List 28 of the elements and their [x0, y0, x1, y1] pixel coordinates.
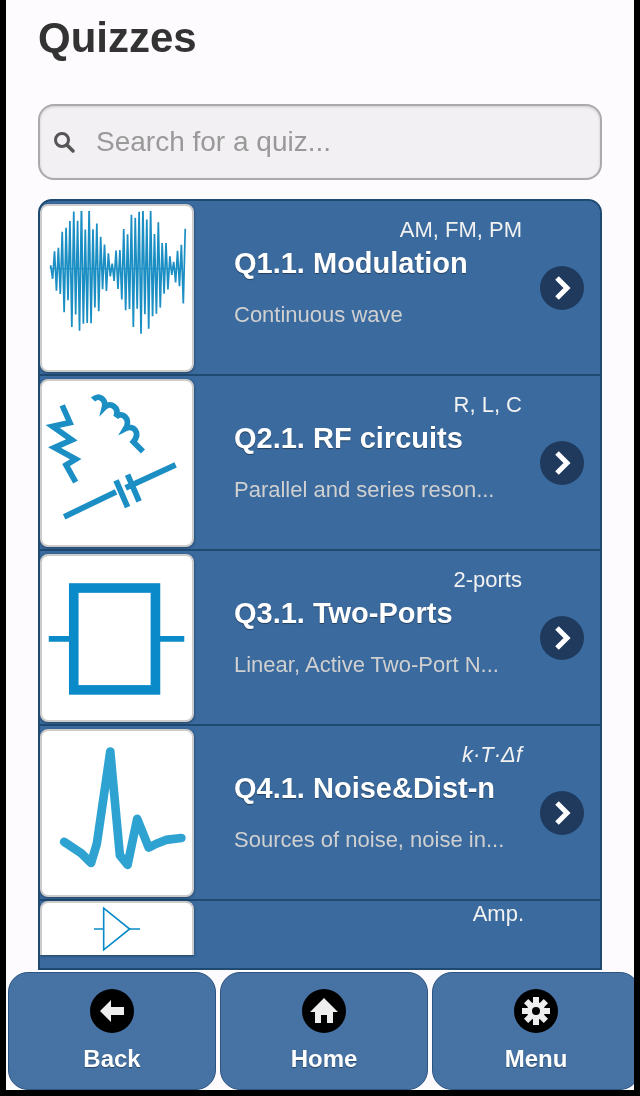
quiz-title: Q2.1. RF circuits — [234, 422, 464, 455]
nav-button[interactable]: Back — [8, 972, 216, 1090]
nav-button[interactable]: Home — [220, 972, 428, 1090]
quiz-item[interactable]: R, L, C Q2.1. RF circuits Parallel and series reson... — [40, 376, 600, 551]
quiz-subtitle: Linear, Active Two-Port N... — [234, 652, 500, 678]
quiz-item[interactable]: k·T·Δf Q4.1. Noise&Dist-n Sources of noise, noise in... — [40, 726, 600, 901]
quiz-title: Q4.1. Noise&Dist-n — [234, 772, 497, 805]
chevron-right-icon[interactable] — [540, 615, 584, 660]
search-field[interactable]: Search for a quiz... — [38, 104, 602, 180]
nav-button[interactable]: Menu — [432, 972, 634, 1090]
quiz-title: Q1.1. Modulation — [234, 247, 469, 280]
quiz-subtitle: Parallel and series reson... — [234, 477, 496, 503]
quiz-subtitle: Continuous wave — [234, 302, 404, 328]
quiz-tag: R, L, C — [453, 392, 522, 418]
chevron-right-icon[interactable] — [540, 440, 584, 485]
gear-icon — [514, 989, 558, 1033]
quiz-tag: k·T·Δf — [462, 742, 522, 768]
quiz-title: Q3.1. Two-Ports — [234, 597, 454, 630]
home-icon — [302, 989, 346, 1033]
quiz-tag: Amp. — [472, 901, 524, 927]
quiz-tag: 2-ports — [453, 567, 522, 593]
quiz-subtitle: Sources of noise, noise in... — [234, 827, 506, 853]
quiz-item[interactable]: 2-ports Q3.1. Two-Ports Linear, Active Two-Port N... — [40, 551, 600, 726]
chevron-right-icon[interactable] — [540, 265, 584, 310]
quiz-item[interactable]: AM, FM, PM Q1.1. Modulation Continuous wave — [40, 201, 600, 376]
chevron-right-icon[interactable] — [540, 790, 584, 835]
quiz-tag: AM, FM, PM — [399, 217, 522, 243]
page-title: Quizzes — [38, 13, 198, 63]
